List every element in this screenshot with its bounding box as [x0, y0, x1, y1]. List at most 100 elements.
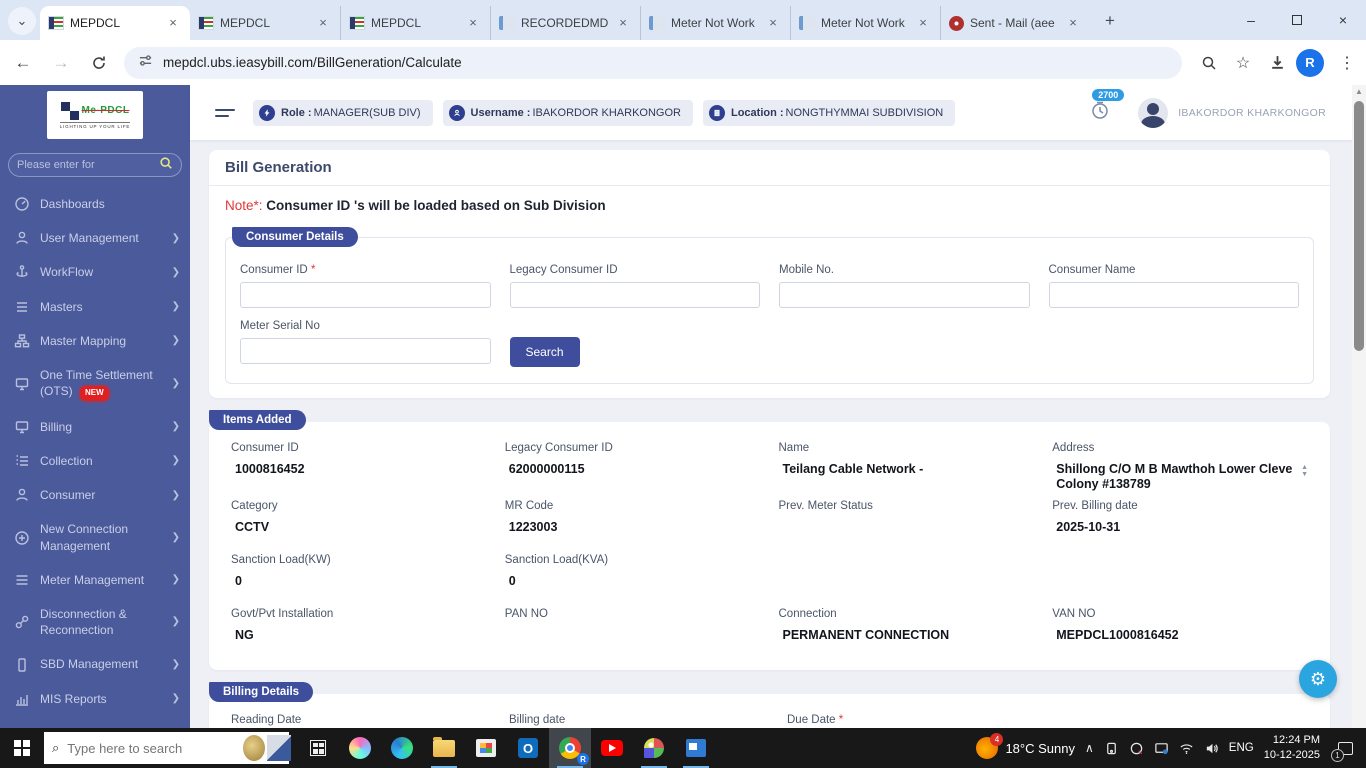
taskbar-app-file-explorer[interactable]: [423, 728, 465, 768]
search-button[interactable]: Search: [509, 337, 580, 367]
minimize-button[interactable]: –: [1228, 0, 1274, 40]
new-tab-button[interactable]: +: [1096, 7, 1124, 35]
sidebar-item-sbd-management[interactable]: SBD Management ❯: [0, 647, 190, 681]
tab-close-icon[interactable]: ×: [464, 14, 482, 32]
document-favicon: [799, 16, 815, 30]
sidebar-item-workflow[interactable]: WorkFlow ❯: [0, 255, 190, 289]
browser-tab[interactable]: MEPDCL ×: [190, 6, 340, 40]
close-window-button[interactable]: ×: [1320, 0, 1366, 40]
site-info-icon[interactable]: [138, 53, 153, 73]
restore-button[interactable]: [1274, 0, 1320, 40]
sidebar-item-user-management[interactable]: User Management ❯: [0, 221, 190, 255]
readonly-field: Prev. Billing date 2025-10-31: [1052, 500, 1138, 534]
taskbar-app-outlook[interactable]: O: [507, 728, 549, 768]
sidebar-item-masters[interactable]: Masters ❯: [0, 290, 190, 324]
browser-tab[interactable]: MEPDCL ×: [40, 6, 190, 40]
tray-expand-icon[interactable]: ∧: [1085, 741, 1094, 755]
chevron-right-icon: ❯: [171, 335, 180, 347]
taskbar-app-paint[interactable]: [633, 728, 675, 768]
settings-fab[interactable]: ⚙: [1299, 660, 1337, 698]
taskbar-app-copilot[interactable]: [339, 728, 381, 768]
sidebar-item-master-mapping[interactable]: Master Mapping ❯: [0, 324, 190, 358]
session-timer[interactable]: 2700: [1090, 89, 1125, 125]
start-button[interactable]: [0, 728, 44, 768]
browser-tab[interactable]: Meter Not Work ×: [790, 6, 940, 40]
scrollbar-thumb[interactable]: [1354, 101, 1364, 351]
meter-serial-input[interactable]: [240, 338, 491, 364]
taskbar-search[interactable]: ⌕: [44, 732, 292, 764]
address-scroll-spinner[interactable]: ▲ ▼: [1301, 464, 1308, 478]
tab-close-icon[interactable]: ×: [614, 14, 632, 32]
browser-toolbar: ← → mepdcl.ubs.ieasybill.com/BillGenerat…: [0, 40, 1366, 85]
sidebar-item-collection[interactable]: Collection ❯: [0, 444, 190, 478]
search-icon[interactable]: [159, 156, 173, 175]
refresh-icon[interactable]: [84, 48, 114, 78]
taskbar-app-youtube[interactable]: [591, 728, 633, 768]
tab-close-icon[interactable]: ×: [764, 14, 782, 32]
tab-search-button[interactable]: ⌄: [8, 7, 36, 35]
bar-chart-icon: [14, 691, 30, 707]
weather-widget[interactable]: 4 18°C Sunny: [976, 733, 1075, 759]
bookmark-star-icon[interactable]: ☆: [1228, 48, 1258, 78]
sidebar-item-billing[interactable]: Billing ❯: [0, 410, 190, 444]
list-icon: [14, 572, 30, 588]
scroll-up-icon[interactable]: ▲: [1352, 85, 1366, 99]
mobile-no-input[interactable]: [779, 282, 1030, 308]
tab-close-icon[interactable]: ×: [914, 14, 932, 32]
browser-tab[interactable]: Sent - Mail (aee ×: [940, 6, 1090, 40]
taskbar-search-input[interactable]: [67, 740, 244, 756]
sound-device-icon[interactable]: [1129, 741, 1144, 756]
user-avatar[interactable]: [1138, 97, 1169, 128]
menu-toggle-icon[interactable]: [215, 105, 235, 121]
language-indicator[interactable]: ENG: [1229, 742, 1254, 754]
sidebar-item-new-connection[interactable]: New Connection Management ❯: [0, 512, 190, 562]
chevron-right-icon: ❯: [171, 658, 180, 670]
download-icon[interactable]: [1262, 48, 1292, 78]
sidebar-item-meter-management[interactable]: Meter Management ❯: [0, 563, 190, 597]
presentation-icon: [686, 739, 706, 757]
windows-taskbar: ⌕ O R 4 18°C Sunny ∧ ENG 12:24 PM 10-12-…: [0, 728, 1366, 768]
readonly-field: Govt/Pvt Installation NG: [231, 608, 334, 642]
taskbar-app-edge[interactable]: [381, 728, 423, 768]
address-bar[interactable]: mepdcl.ubs.ieasybill.com/BillGeneration/…: [124, 46, 1182, 79]
sidebar-item-disconnection[interactable]: Disconnection & Reconnection ❯: [0, 597, 190, 647]
logo-text: Me-PDCL: [81, 105, 130, 116]
back-icon[interactable]: ←: [8, 48, 38, 78]
legacy-consumer-id-input[interactable]: [509, 282, 760, 308]
browser-tab[interactable]: Meter Not Work ×: [640, 6, 790, 40]
tab-close-icon[interactable]: ×: [314, 14, 332, 32]
volume-icon[interactable]: [1204, 741, 1219, 756]
sidebar-item-consumer[interactable]: Consumer ❯: [0, 478, 190, 512]
consumer-name-input[interactable]: [1048, 282, 1299, 308]
task-view-button[interactable]: [297, 728, 339, 768]
sidebar: Me-PDCL LIGHTING UP YOUR LIFE Dashboards…: [0, 85, 190, 728]
role-pill: Role : MANAGER(SUB DIV): [253, 99, 433, 126]
browser-profile-avatar[interactable]: R: [1296, 48, 1324, 77]
device-icon[interactable]: [1104, 741, 1119, 756]
sidebar-item-dashboards[interactable]: Dashboards: [0, 187, 190, 221]
sidebar-search-input[interactable]: [17, 159, 159, 171]
taskbar-app-slides[interactable]: [675, 728, 717, 768]
forward-icon[interactable]: →: [46, 48, 76, 78]
taskbar-app-chrome[interactable]: R: [549, 728, 591, 768]
tab-close-icon[interactable]: ×: [1064, 14, 1082, 32]
display-cast-icon[interactable]: [1154, 741, 1169, 756]
wifi-icon[interactable]: [1179, 741, 1194, 756]
browser-tab[interactable]: MEPDCL ×: [340, 6, 490, 40]
notification-center[interactable]: 1: [1330, 728, 1360, 768]
sidebar-item-ots[interactable]: One Time Settlement (OTS) NEW ❯: [0, 358, 190, 410]
sidebar-item-mis-reports[interactable]: MIS Reports ❯: [0, 682, 190, 716]
browser-menu-icon[interactable]: ⋮: [1332, 48, 1362, 78]
taskbar-clock[interactable]: 12:24 PM 10-12-2025: [1264, 733, 1320, 763]
taskbar-app-store[interactable]: [465, 728, 507, 768]
sidebar-search[interactable]: [8, 153, 182, 177]
billing-details-card: Billing Details Reading Date Billing dat…: [209, 682, 1330, 728]
page-scrollbar[interactable]: ▲: [1352, 85, 1366, 728]
chevron-right-icon: ❯: [171, 692, 180, 704]
search-highlight-images[interactable]: [243, 735, 292, 761]
browser-tab[interactable]: RECORDEDMD1 ×: [490, 6, 640, 40]
consumer-id-input[interactable]: [240, 282, 491, 308]
zoom-icon[interactable]: [1194, 48, 1224, 78]
search-icon: ⌕: [52, 740, 60, 755]
tab-close-icon[interactable]: ×: [164, 14, 182, 32]
